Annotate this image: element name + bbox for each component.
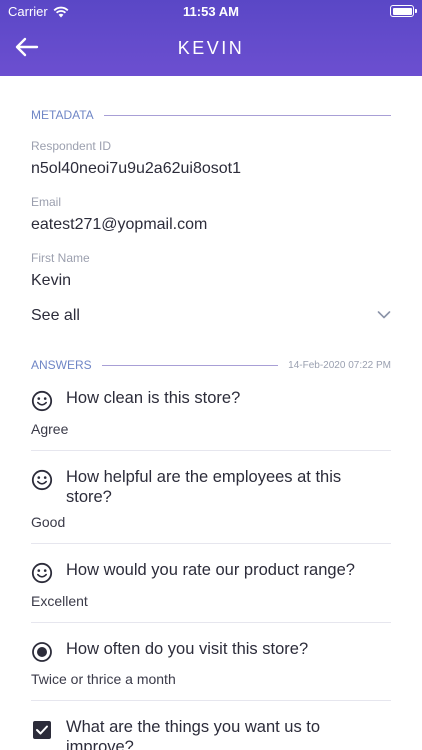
divider xyxy=(31,543,391,544)
smiley-icon xyxy=(31,390,53,412)
section-divider xyxy=(103,114,391,116)
question-item: How often do you visit this store? xyxy=(31,639,391,662)
metadata-section-label: METADATA xyxy=(31,108,94,122)
divider xyxy=(31,450,391,451)
battery-icon xyxy=(390,5,417,17)
question-item: How helpful are the employees at this st… xyxy=(31,467,391,507)
chevron-down-icon[interactable] xyxy=(377,310,391,320)
radio-icon xyxy=(32,642,52,662)
first-name-value: Kevin xyxy=(31,272,72,289)
status-bar: Carrier 11:53 AM xyxy=(0,0,422,22)
question-item: How clean is this store? xyxy=(31,388,391,412)
answer-text: Twice or thrice a month xyxy=(31,671,176,687)
answers-section-header: ANSWERS 14-Feb-2020 07:22 PM xyxy=(31,358,391,372)
question-text: How clean is this store? xyxy=(66,389,241,407)
header: Carrier 11:53 AM KEVIN xyxy=(0,0,422,76)
question-text: How would you rate our product range? xyxy=(66,561,355,579)
metadata-section-header: METADATA xyxy=(31,108,391,122)
question-text: How helpful are the employees at this st… xyxy=(66,468,342,506)
answer-text: Good xyxy=(31,514,66,530)
smiley-icon xyxy=(31,562,53,584)
answers-date: 14-Feb-2020 07:22 PM xyxy=(288,359,391,371)
divider xyxy=(31,622,391,623)
section-divider xyxy=(101,364,279,366)
answers-section-label: ANSWERS xyxy=(31,358,92,372)
divider xyxy=(31,700,391,701)
see-all-button[interactable]: See all xyxy=(31,307,80,325)
question-item: What are the things you want us to impro… xyxy=(31,717,391,750)
respondent-id-label: Respondent ID xyxy=(31,139,112,153)
question-text: How often do you visit this store? xyxy=(66,640,309,658)
email-label: Email xyxy=(31,195,62,209)
page-title: KEVIN xyxy=(177,38,245,58)
status-time: 11:53 AM xyxy=(183,4,239,19)
question-item: How would you rate our product range? xyxy=(31,560,391,584)
question-text: What are the things you want us to impro… xyxy=(66,718,321,750)
answer-text: Agree xyxy=(31,421,69,437)
checkbox-icon xyxy=(33,721,51,739)
answer-text: Excellent xyxy=(31,593,88,609)
smiley-icon xyxy=(31,469,53,491)
respondent-id-value: n5ol40neoi7u9u2a62ui8osot1 xyxy=(31,160,241,177)
first-name-label: First Name xyxy=(31,251,90,265)
email-value: eatest271@yopmail.com xyxy=(31,216,208,233)
